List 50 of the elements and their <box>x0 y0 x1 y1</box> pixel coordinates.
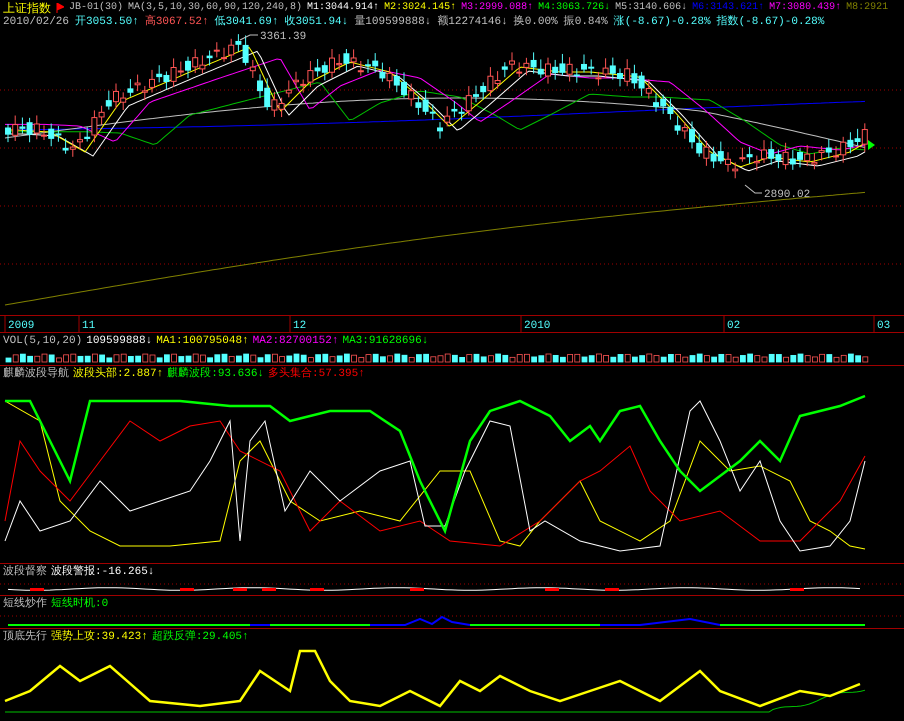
panel-title: 波段督察 <box>3 564 47 580</box>
panel-title: 短线炒作 <box>3 596 47 612</box>
indicator-value: 超跌反弹:29.405↑ <box>152 629 249 646</box>
indicator-value: 麒麟波段:93.636↓ <box>167 366 264 382</box>
triangle-marker-icon <box>868 140 875 150</box>
axis-label: 2009 <box>8 320 34 332</box>
leader-line <box>240 34 258 40</box>
panel-title: VOL(5,10,20) <box>3 334 82 350</box>
indicator-value: 109599888↓ <box>86 334 152 350</box>
price-label: 2890.02 <box>764 189 810 201</box>
formula-name: JB-01(30) <box>69 0 124 15</box>
panel-title: 麒麟波段导航 <box>3 366 69 382</box>
indicator-value: MA1:100795048↑ <box>156 334 249 350</box>
quote-value: 量109599888↓ <box>354 14 432 30</box>
axis-label: 11 <box>82 320 96 332</box>
panel-title: 顶底先行 <box>3 629 47 646</box>
indicator-value: 强势上攻:39.423↑ <box>51 629 148 646</box>
price-label: 3361.39 <box>260 31 306 43</box>
indicator-value: 波段头部:2.887↑ <box>73 366 164 382</box>
index-title: 上证指数 <box>3 0 51 16</box>
quote-date: 2010/02/26 <box>3 15 70 30</box>
ma-value: M3:2999.088↑ <box>461 1 534 15</box>
leader-line <box>744 184 762 194</box>
ma-value: M8:2921 <box>846 1 888 15</box>
ma-value: M6:3143.621↑ <box>692 1 764 15</box>
ma-value: M1:3044.914↑ <box>307 1 380 15</box>
quote-value: 涨(-8.67)-0.28% <box>614 14 711 30</box>
ma-value: M5:3140.606↓ <box>615 1 688 15</box>
quote-value: 收3051.94↓ <box>284 14 348 30</box>
quote-value: 开3053.50↑ <box>75 14 139 30</box>
quote-value: 振0.84% <box>564 14 608 30</box>
quote-value: 低3041.69↑ <box>214 14 278 30</box>
quote-value: 高3067.52↑ <box>144 14 209 30</box>
ma-value: M2:3024.145↑ <box>384 1 456 14</box>
ma-parameters: MA(3,5,10,30,60,90,120,240,8) <box>128 0 302 14</box>
axis-label: 02 <box>727 320 740 332</box>
flag-icon <box>56 2 64 12</box>
indicator-value: MA2:82700152↑ <box>252 334 338 350</box>
indicator-value: 波段警报:-16.265↓ <box>51 564 154 580</box>
indicator-value: MA3:91628696↓ <box>342 334 428 350</box>
quote-value: 指数(-8.67)-0.28% <box>716 14 824 30</box>
axis-label: 2010 <box>524 320 550 332</box>
ma-value: M7:3080.439↑ <box>769 1 842 15</box>
quote-value: 换0.00% <box>514 14 558 30</box>
ma-value: M4:3063.726↓ <box>538 1 610 15</box>
axis-label: 12 <box>293 320 306 332</box>
quote-value: 额12274146↓ <box>437 14 508 30</box>
indicator-value: 多头集合:57.395↑ <box>268 366 365 382</box>
axis-label: 03 <box>877 320 890 332</box>
indicator-value: 短线时机:0 <box>51 596 108 612</box>
